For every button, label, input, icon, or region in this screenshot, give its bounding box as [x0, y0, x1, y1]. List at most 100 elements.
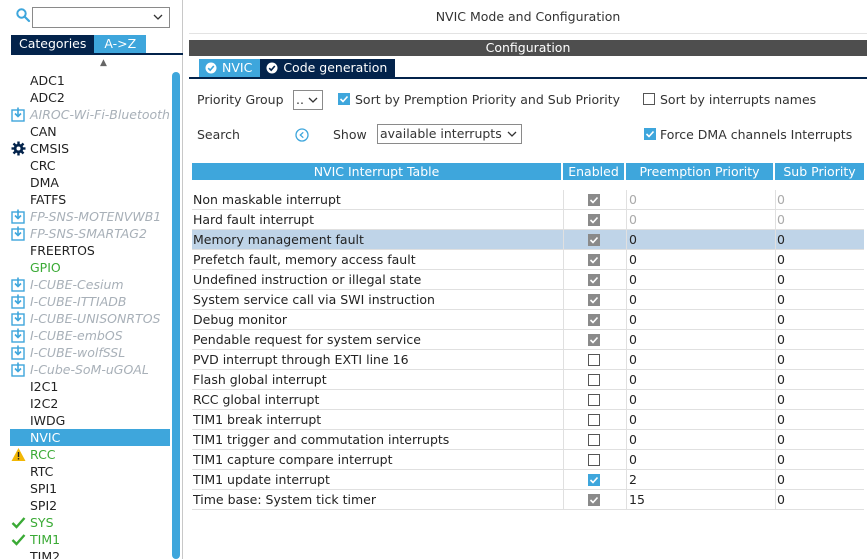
preemption-priority-cell[interactable]: 0: [626, 430, 775, 450]
preemption-priority-cell[interactable]: 0: [626, 270, 775, 290]
sub-priority-cell[interactable]: 0: [775, 250, 864, 270]
tab-code-generation[interactable]: Code generation: [260, 59, 396, 77]
enabled-checkbox[interactable]: [588, 414, 600, 426]
preemption-priority-cell[interactable]: 0: [626, 370, 775, 390]
enabled-checkbox[interactable]: [588, 394, 600, 406]
preemption-priority-cell[interactable]: 0: [626, 230, 775, 250]
sub-priority-cell[interactable]: 0: [775, 470, 864, 490]
sidebar-item-iwdg[interactable]: IWDG: [10, 412, 170, 429]
table-row[interactable]: TIM1 capture compare interrupt 0 0: [192, 450, 864, 470]
table-row[interactable]: Debug monitor 0 0: [192, 310, 864, 330]
tab-nvic[interactable]: NVIC: [199, 59, 261, 77]
sidebar-item-adc1[interactable]: ADC1: [10, 72, 170, 89]
sidebar-item-i-cube-wolfssl[interactable]: I-CUBE-wolfSSL: [10, 344, 170, 361]
enabled-cell: [563, 450, 626, 470]
sidebar-item-airoc-wi-fi-bluetooth[interactable]: AIROC-Wi-Fi-Bluetooth: [10, 106, 170, 123]
table-row[interactable]: Time base: System tick timer 15 0: [192, 490, 864, 510]
sort-names-checkbox[interactable]: [643, 93, 655, 105]
preemption-priority-cell[interactable]: 0: [626, 290, 775, 310]
sidebar-item-i-cube-embos[interactable]: I-CUBE-embOS: [10, 327, 170, 344]
preemption-priority-cell[interactable]: 0: [626, 350, 775, 370]
table-row[interactable]: TIM1 trigger and commutation interrupts 0…: [192, 430, 864, 450]
enabled-checkbox[interactable]: [588, 354, 600, 366]
sort-premption-checkbox[interactable]: [338, 93, 350, 105]
table-row[interactable]: Non maskable interrupt 0 0: [192, 190, 864, 210]
search-combo[interactable]: [32, 7, 170, 28]
preemption-priority-cell[interactable]: 0: [626, 450, 775, 470]
force-dma-checkbox[interactable]: [644, 128, 656, 140]
sidebar-item-spi1[interactable]: SPI1: [10, 480, 170, 497]
sub-priority-cell[interactable]: 0: [775, 230, 864, 250]
sub-priority-cell[interactable]: 0: [775, 410, 864, 430]
table-row[interactable]: System service call via SWI instruction 0…: [192, 290, 864, 310]
sub-priority-cell[interactable]: 0: [775, 430, 864, 450]
table-row[interactable]: Flash global interrupt 0 0: [192, 370, 864, 390]
sub-priority-cell[interactable]: 0: [775, 270, 864, 290]
enabled-checkbox[interactable]: [588, 434, 600, 446]
table-row[interactable]: Pendable request for system service 0 0: [192, 330, 864, 350]
sidebar-item-i2c2[interactable]: I2C2: [10, 395, 170, 412]
sidebar-item-i-cube-unisonrtos[interactable]: I-CUBE-UNISONRTOS: [10, 310, 170, 327]
sort-ascending-icon[interactable]: ▲: [100, 58, 107, 68]
preemption-priority-cell[interactable]: 0: [626, 310, 775, 330]
sidebar-item-spi2[interactable]: SPI2: [10, 497, 170, 514]
enabled-checkbox[interactable]: [588, 374, 600, 386]
search-clear-icon[interactable]: [295, 128, 309, 142]
sidebar-item-crc[interactable]: CRC: [10, 157, 170, 174]
table-row[interactable]: PVD interrupt through EXTI line 16 0 0: [192, 350, 864, 370]
sidebar-item-i-cube-cesium[interactable]: I-CUBE-Cesium: [10, 276, 170, 293]
sub-priority-cell[interactable]: 0: [775, 310, 864, 330]
table-row[interactable]: Memory management fault 0 0: [192, 230, 864, 250]
sidebar-item-tim1[interactable]: TIM1: [10, 531, 170, 548]
sidebar-scrollbar[interactable]: [172, 72, 180, 559]
preemption-priority-cell[interactable]: 2: [626, 470, 775, 490]
priority-group-select[interactable]: ..: [293, 90, 323, 110]
preemption-priority-cell[interactable]: 0: [626, 250, 775, 270]
sidebar-item-fp-sns-motenvwb1[interactable]: FP-SNS-MOTENVWB1: [10, 208, 170, 225]
enabled-checkbox[interactable]: [588, 474, 600, 486]
sidebar-item-freertos[interactable]: FREERTOS: [10, 242, 170, 259]
sidebar-item-fatfs[interactable]: FATFS: [10, 191, 170, 208]
sidebar-item-i2c1[interactable]: I2C1: [10, 378, 170, 395]
search-icon[interactable]: [15, 7, 31, 23]
preemption-priority-cell[interactable]: 0: [626, 390, 775, 410]
sidebar-item-i-cube-ittiadb[interactable]: I-CUBE-ITTIADB: [10, 293, 170, 310]
preemption-priority-cell[interactable]: 15: [626, 490, 775, 510]
enabled-checkbox[interactable]: [588, 454, 600, 466]
sidebar-item-rtc[interactable]: RTC: [10, 463, 170, 480]
sidebar-item-nvic[interactable]: NVIC: [10, 429, 170, 446]
column-header-preemption[interactable]: Preemption Priority: [626, 163, 775, 180]
sub-priority-cell[interactable]: 0: [775, 390, 864, 410]
sidebar-item-fp-sns-smartag2[interactable]: FP-SNS-SMARTAG2: [10, 225, 170, 242]
sidebar-item-cmsis[interactable]: CMSIS: [10, 140, 170, 157]
show-select[interactable]: available interrupts: [377, 124, 522, 144]
sidebar-item-rcc[interactable]: RCC: [10, 446, 170, 463]
sub-priority-cell[interactable]: 0: [775, 350, 864, 370]
table-row[interactable]: Hard fault interrupt 0 0: [192, 210, 864, 230]
table-row[interactable]: Prefetch fault, memory access fault 0 0: [192, 250, 864, 270]
sidebar-item-dma[interactable]: DMA: [10, 174, 170, 191]
preemption-priority-cell[interactable]: 0: [626, 410, 775, 430]
sidebar-item-adc2[interactable]: ADC2: [10, 89, 170, 106]
column-header-enabled[interactable]: Enabled: [563, 163, 626, 180]
sub-priority-cell[interactable]: 0: [775, 290, 864, 310]
sub-priority-cell[interactable]: 0: [775, 370, 864, 390]
table-row[interactable]: Undefined instruction or illegal state 0 0: [192, 270, 864, 290]
sidebar-item-sys[interactable]: SYS: [10, 514, 170, 531]
sub-priority-cell[interactable]: 0: [775, 450, 864, 470]
sub-priority-cell: 0: [775, 210, 864, 230]
table-row[interactable]: TIM1 update interrupt 2 0: [192, 470, 864, 490]
tab-a-to-z[interactable]: A->Z: [94, 35, 147, 53]
column-header-sub-priority[interactable]: Sub Priority: [775, 163, 864, 180]
table-row[interactable]: TIM1 break interrupt 0 0: [192, 410, 864, 430]
sidebar-item-i-cube-som-ugoal[interactable]: I-Cube-SoM-uGOAL: [10, 361, 170, 378]
sub-priority-cell[interactable]: 0: [775, 330, 864, 350]
column-header-interrupt[interactable]: NVIC Interrupt Table: [192, 163, 563, 180]
sidebar-item-can[interactable]: CAN: [10, 123, 170, 140]
sidebar-item-gpio[interactable]: GPIO: [10, 259, 170, 276]
tab-categories[interactable]: Categories: [11, 35, 95, 53]
sidebar-item-tim2[interactable]: TIM2: [10, 548, 170, 559]
sub-priority-cell[interactable]: 0: [775, 490, 864, 510]
preemption-priority-cell[interactable]: 0: [626, 330, 775, 350]
table-row[interactable]: RCC global interrupt 0 0: [192, 390, 864, 410]
